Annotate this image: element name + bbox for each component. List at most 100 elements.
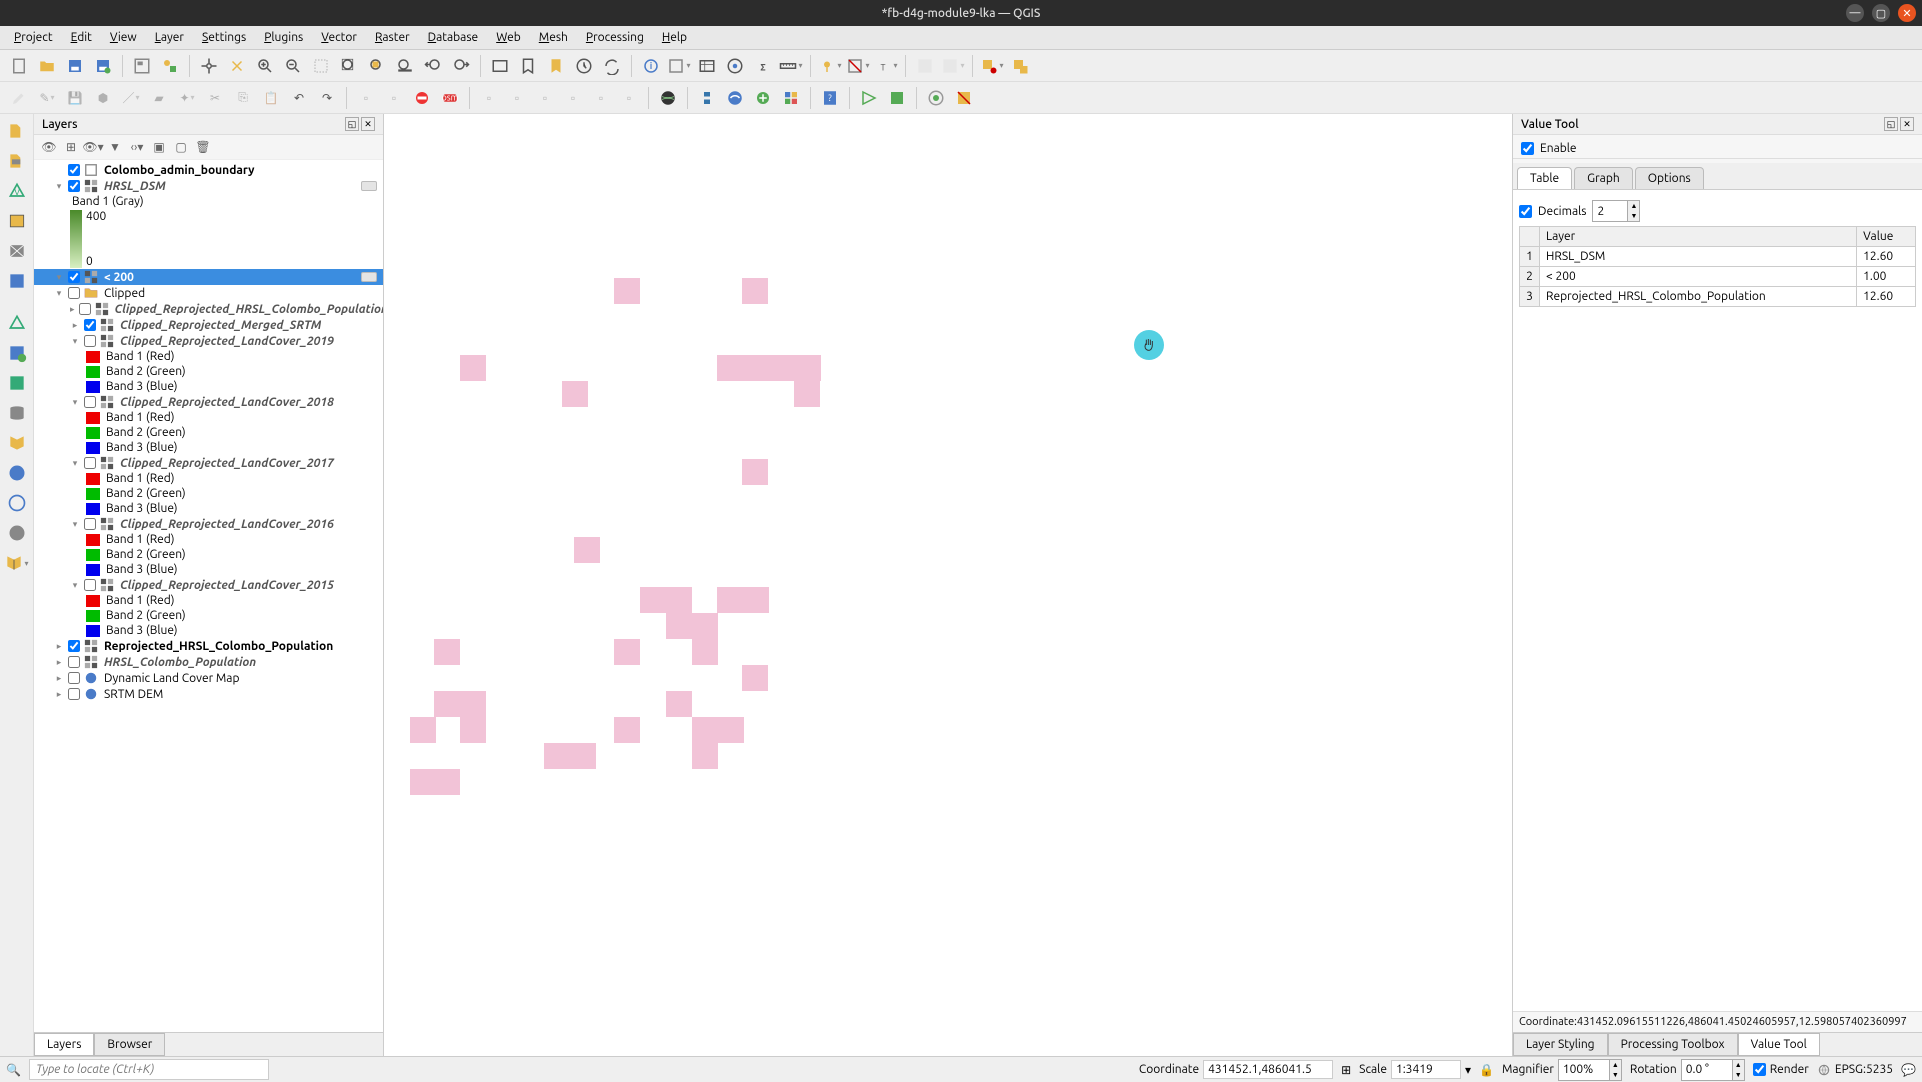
- layer-visibility-checkbox[interactable]: [79, 303, 91, 315]
- tree-node[interactable]: ▾< 200: [34, 269, 383, 285]
- graphical-modeler-button[interactable]: [951, 85, 977, 111]
- table-row[interactable]: 3Reprojected_HRSL_Colombo_Population12.6…: [1520, 287, 1916, 307]
- mesh1-icon[interactable]: [856, 85, 882, 111]
- magnifier-field[interactable]: [1559, 1060, 1609, 1080]
- layer-visibility-checkbox[interactable]: [68, 164, 80, 176]
- zoom-native-button[interactable]: [308, 53, 334, 79]
- tree-node[interactable]: ▸Clipped_Reprojected_HRSL_Colombo_Popula…: [34, 301, 383, 317]
- window-close-button[interactable]: ✕: [1898, 4, 1916, 22]
- adv2[interactable]: ▫: [504, 85, 530, 111]
- temporal-button[interactable]: [571, 53, 597, 79]
- tab-layers[interactable]: Layers: [34, 1033, 94, 1056]
- value-tool-tab-options[interactable]: Options: [1635, 167, 1704, 189]
- decimals-checkbox[interactable]: [1519, 205, 1532, 218]
- calculator-button[interactable]: [722, 53, 748, 79]
- menu-processing[interactable]: Processing: [578, 29, 652, 46]
- plugin-add-icon[interactable]: [750, 85, 776, 111]
- tree-node[interactable]: ▸Clipped_Reprojected_Merged_SRTM: [34, 317, 383, 333]
- tree-node[interactable]: ▾Clipped_Reprojected_LandCover_2019: [34, 333, 383, 349]
- dig1-button[interactable]: ▫: [353, 85, 379, 111]
- decimals-input[interactable]: [1593, 201, 1627, 221]
- layer-visibility-checkbox[interactable]: [68, 656, 80, 668]
- style-manager-button[interactable]: [157, 53, 183, 79]
- modify-all-button[interactable]: [1007, 53, 1033, 79]
- layer-visibility-checkbox[interactable]: [68, 180, 80, 192]
- scale-field[interactable]: [1391, 1060, 1461, 1079]
- layout-manager-button[interactable]: [129, 53, 155, 79]
- vector-layer-icon[interactable]: V: [4, 178, 30, 204]
- value-tool-float-button[interactable]: ◱: [1884, 117, 1898, 131]
- label-toolbar-button[interactable]: [912, 53, 938, 79]
- tree-node[interactable]: Band 3 (Blue): [34, 623, 383, 638]
- vector2-icon[interactable]: [4, 310, 30, 336]
- copy-button[interactable]: ⎘: [230, 85, 256, 111]
- python-console-button[interactable]: [694, 85, 720, 111]
- expand-all-button[interactable]: ▣: [150, 138, 168, 156]
- wcs-layer-icon[interactable]: [4, 520, 30, 546]
- osm-badge-icon[interactable]: osm: [437, 85, 463, 111]
- add-raster-layer-button[interactable]: [4, 148, 30, 174]
- mesh-layer-icon[interactable]: [4, 238, 30, 264]
- lock-icon[interactable]: 🔒: [1479, 1063, 1494, 1077]
- filter-legend-button[interactable]: ▼: [106, 138, 124, 156]
- tree-node[interactable]: ▸Dynamic Land Cover Map: [34, 670, 383, 686]
- plugin-grid-icon[interactable]: [778, 85, 804, 111]
- show-bookmarks-button[interactable]: [543, 53, 569, 79]
- xyz-layer-icon[interactable]: ▾: [4, 550, 30, 576]
- menu-help[interactable]: Help: [654, 29, 695, 46]
- window-minimize-button[interactable]: —: [1846, 4, 1864, 22]
- adv6[interactable]: ▫: [616, 85, 642, 111]
- menu-settings[interactable]: Settings: [194, 29, 254, 46]
- help-icon[interactable]: ?: [817, 85, 843, 111]
- wfs-layer-icon[interactable]: [4, 490, 30, 516]
- spinner-up[interactable]: ▲: [1627, 201, 1639, 211]
- zoom-next-button[interactable]: [448, 53, 474, 79]
- new-spatialite-icon[interactable]: [4, 400, 30, 426]
- paste-button[interactable]: 📋: [258, 85, 284, 111]
- tree-node[interactable]: 4000: [34, 209, 383, 269]
- new-project-button[interactable]: [6, 53, 32, 79]
- layer-visibility-checkbox[interactable]: [84, 335, 96, 347]
- zoom-selection-button[interactable]: [364, 53, 390, 79]
- identify-button[interactable]: i: [638, 53, 664, 79]
- tab-layer-styling[interactable]: Layer Styling: [1513, 1033, 1608, 1056]
- locator-input[interactable]: [29, 1059, 269, 1080]
- menu-vector[interactable]: Vector: [313, 29, 365, 46]
- layer-visibility-checkbox[interactable]: [68, 640, 80, 652]
- new-map-view-button[interactable]: [487, 53, 513, 79]
- layers-tree[interactable]: Colombo_admin_boundary▾HRSL_DSMBand 1 (G…: [34, 160, 383, 1032]
- tree-node[interactable]: Band 2 (Green): [34, 425, 383, 440]
- menu-plugins[interactable]: Plugins: [256, 29, 311, 46]
- save-project-button[interactable]: [62, 53, 88, 79]
- measure-button[interactable]: ▾: [778, 53, 804, 79]
- menu-raster[interactable]: Raster: [367, 29, 418, 46]
- save-as-button[interactable]: [90, 53, 116, 79]
- locator-search-icon[interactable]: 🔍: [6, 1063, 21, 1077]
- tree-node[interactable]: ▾Clipped_Reprojected_LandCover_2015: [34, 577, 383, 593]
- menu-mesh[interactable]: Mesh: [531, 29, 576, 46]
- decimals-spinner[interactable]: ▲▼: [1592, 200, 1640, 222]
- tree-node[interactable]: ▸HRSL_Colombo_Population: [34, 654, 383, 670]
- menu-project[interactable]: Project: [6, 29, 61, 46]
- tree-node[interactable]: Band 1 (Red): [34, 532, 383, 547]
- zoom-in-button[interactable]: [252, 53, 278, 79]
- menu-web[interactable]: Web: [488, 29, 529, 46]
- undo-button[interactable]: ↶: [286, 85, 312, 111]
- menu-layer[interactable]: Layer: [147, 29, 192, 46]
- adv3[interactable]: ▫: [532, 85, 558, 111]
- tree-node[interactable]: Band 1 (Red): [34, 471, 383, 486]
- new-shapefile-icon[interactable]: [4, 340, 30, 366]
- value-tool-tab-graph[interactable]: Graph: [1574, 167, 1633, 189]
- tree-node[interactable]: Band 2 (Green): [34, 364, 383, 379]
- layer-visibility-checkbox[interactable]: [68, 287, 80, 299]
- text-annotation-button[interactable]: T▾: [873, 53, 899, 79]
- add-group-button[interactable]: ⊞: [62, 138, 80, 156]
- globe-dark-icon[interactable]: [655, 85, 681, 111]
- delimited-text-icon[interactable]: [4, 268, 30, 294]
- enable-checkbox[interactable]: [1521, 142, 1534, 155]
- zoom-last-button[interactable]: [420, 53, 446, 79]
- redo-button[interactable]: ↷: [314, 85, 340, 111]
- tree-node[interactable]: Band 2 (Green): [34, 547, 383, 562]
- refresh-button[interactable]: [599, 53, 625, 79]
- add-vector-layer-button[interactable]: [4, 118, 30, 144]
